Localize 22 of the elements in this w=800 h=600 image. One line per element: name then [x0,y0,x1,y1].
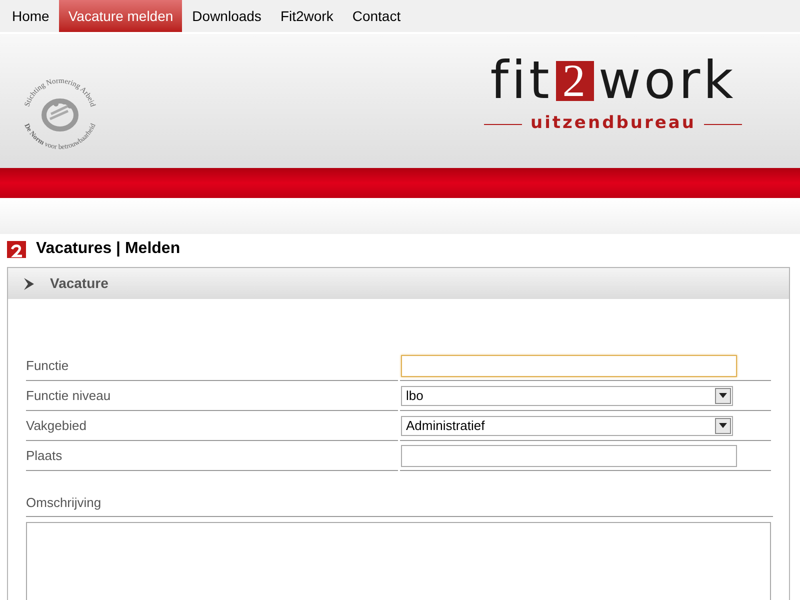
page-title: Vacatures | Melden [36,239,180,259]
text-field[interactable] [401,354,737,376]
dropdown-field[interactable]: Administratief [401,416,733,436]
caret-icon [715,388,731,404]
nav-link[interactable]: Home [3,0,58,32]
nav-link[interactable]: Contact [343,0,410,32]
panel-title: Vacature [50,274,108,293]
field-label: Vakgebied [26,416,86,435]
field-label: Omschrijving [26,495,102,510]
dropdown-field[interactable]: lbo [401,386,733,406]
caret-icon [715,418,731,434]
field-label: Plaats [26,446,62,465]
field-label: Functie [26,356,69,375]
nav-link[interactable]: Fit2work [271,0,342,32]
nav-link[interactable]: Downloads [183,0,270,32]
chevron-icon [22,276,36,290]
description-field[interactable] [26,522,771,600]
text-field[interactable] [401,444,737,466]
brand-mark-icon [7,240,26,258]
field-label: Functie niveau [26,386,111,405]
brand-logo: fit 2 work uitzendbureau [484,55,742,137]
nav-link[interactable]: Vacature melden [59,0,182,32]
